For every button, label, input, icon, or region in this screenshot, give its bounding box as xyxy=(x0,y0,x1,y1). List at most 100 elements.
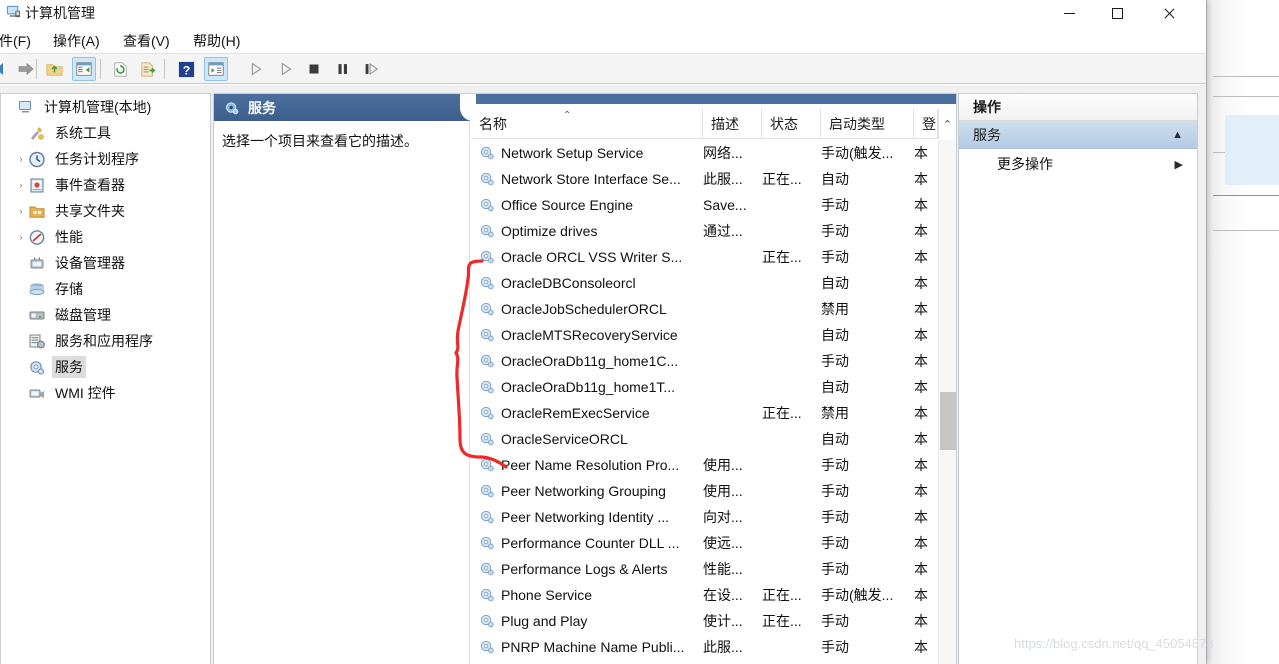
cell-status: 正在... xyxy=(762,249,802,265)
column-header-logon-as[interactable]: 登 xyxy=(914,109,938,139)
table-row[interactable]: Plug and Play 使计... 正在... 手动 本 xyxy=(471,608,938,634)
actions-group-services[interactable]: 服务 ▲ xyxy=(959,121,1197,149)
tree-item-task-scheduler[interactable]: › 任务计划程序 xyxy=(1,146,210,172)
column-header-scroll-cap[interactable]: ⌃ xyxy=(938,109,956,139)
vertical-scrollbar[interactable] xyxy=(938,140,956,664)
services-list: 名称 ⌃ 描述 状态 启动类型 登 ⌃ Network Setup Servic… xyxy=(471,109,956,664)
table-row[interactable]: Peer Networking Grouping 使用... 手动 本 xyxy=(471,478,938,504)
actions-group-label: 服务 xyxy=(973,126,1001,143)
column-header-description[interactable]: 描述 xyxy=(703,109,762,139)
service-name-label: Performance Counter DLL ... xyxy=(501,535,680,551)
start-service-button[interactable] xyxy=(244,57,268,81)
tree-item-event-viewer[interactable]: › 事件查看器 xyxy=(1,172,210,198)
tree-expander[interactable]: › xyxy=(14,180,28,190)
tree-expander[interactable]: › xyxy=(14,232,28,242)
services-apps-icon xyxy=(28,333,47,350)
cell-service-name: OracleMTSRecoveryService xyxy=(479,322,695,348)
menu-item-help[interactable]: 帮助(H) xyxy=(190,31,243,51)
menu-item-view[interactable]: 查看(V) xyxy=(120,31,173,51)
service-name-label: Network Store Interface Se... xyxy=(501,171,681,187)
export-list-button[interactable] xyxy=(136,57,160,81)
tree-item-performance[interactable]: › 性能 xyxy=(1,224,210,250)
table-row[interactable]: OracleOraDb11g_home1C... 手动 本 xyxy=(471,348,938,374)
help-button[interactable]: ? xyxy=(174,57,198,81)
tree-item-computer-management[interactable]: 计算机管理(本地) xyxy=(1,94,210,120)
maximize-button[interactable] xyxy=(1094,0,1140,27)
cell-description: 此服... xyxy=(703,171,743,187)
show-hide-console-tree-button[interactable] xyxy=(72,57,96,81)
cell-description xyxy=(703,296,759,322)
action-more-actions[interactable]: 更多操作 ▶ xyxy=(959,149,1197,179)
back-button[interactable] xyxy=(0,57,12,81)
tree-item-services-and-applications[interactable]: 服务和应用程序 xyxy=(1,328,210,354)
tree-expander[interactable]: › xyxy=(14,206,28,216)
wmi-control-icon xyxy=(28,385,47,402)
service-name-label: OracleOraDb11g_home1C... xyxy=(501,353,679,369)
help-icon: ? xyxy=(178,61,194,77)
table-row[interactable]: PNRP Machine Name Publi... 此服... 手动 本 xyxy=(471,634,938,660)
table-row[interactable]: Office Source Engine Save... 手动 本 xyxy=(471,192,938,218)
cell-logon-as: 本 xyxy=(914,509,928,525)
service-name-label: Office Source Engine xyxy=(501,197,634,213)
service-description-text: 选择一个项目来查看它的描述。 xyxy=(222,133,418,149)
cell-startup-type: 自动 xyxy=(821,327,849,343)
column-header-status[interactable]: 状态 xyxy=(762,109,821,139)
tree-item-shared-folders[interactable]: › 共享文件夹 xyxy=(1,198,210,224)
table-row[interactable]: OracleMTSRecoveryService 自动 本 xyxy=(471,322,938,348)
pause-service-button[interactable] xyxy=(331,57,355,81)
forward-button[interactable] xyxy=(14,57,38,81)
table-row[interactable]: OracleServiceORCL 自动 本 xyxy=(471,426,938,452)
service-gear-icon xyxy=(480,146,494,160)
table-row[interactable]: OracleOraDb11g_home1T... 自动 本 xyxy=(471,374,938,400)
close-icon xyxy=(1163,8,1175,20)
tree-item-device-manager[interactable]: 设备管理器 xyxy=(1,250,210,276)
table-row[interactable]: OracleDBConsoleorcl 自动 本 xyxy=(471,270,938,296)
up-folder-icon xyxy=(46,63,62,76)
start-all-services-button[interactable] xyxy=(274,57,298,81)
refresh-button[interactable] xyxy=(108,57,132,81)
minimize-button[interactable] xyxy=(1046,0,1092,27)
table-row[interactable]: Performance Logs & Alerts 性能... 手动 本 xyxy=(471,556,938,582)
table-row[interactable]: Peer Networking Identity ... 向对... 手动 本 xyxy=(471,504,938,530)
cell-status xyxy=(762,478,818,504)
tree-item-label: 磁盘管理 xyxy=(55,307,111,323)
tree-expander[interactable]: › xyxy=(14,154,28,164)
column-header-name[interactable]: 名称 ⌃ xyxy=(471,109,703,139)
cell-service-name: Peer Networking Identity ... xyxy=(479,504,695,530)
background-line xyxy=(1213,76,1279,77)
table-row[interactable]: Peer Name Resolution Pro... 使用... 手动 本 xyxy=(471,452,938,478)
table-row[interactable]: OracleRemExecService 正在... 禁用 本 xyxy=(471,400,938,426)
table-row[interactable]: Network Store Interface Se... 此服... 正在... 自… xyxy=(471,166,938,192)
table-row[interactable]: Optimize drives 通过... 手动 本 xyxy=(471,218,938,244)
cell-description xyxy=(703,426,759,452)
cell-description: 使用... xyxy=(703,457,743,473)
table-row[interactable]: Network Setup Service 网络... 手动(触发... 本 xyxy=(471,140,938,166)
tree-item-label: WMI 控件 xyxy=(55,385,116,401)
table-row[interactable]: Oracle ORCL VSS Writer S... 正在... 手动 本 xyxy=(471,244,938,270)
service-name-label: Peer Name Resolution Pro... xyxy=(501,457,680,473)
table-row[interactable]: Performance Counter DLL ... 使远... 手动 本 xyxy=(471,530,938,556)
cell-logon-as: 本 xyxy=(914,171,928,187)
tree-item-storage[interactable]: 存储 xyxy=(1,276,210,302)
cell-status: 正在... xyxy=(762,171,802,187)
table-row[interactable]: OracleJobSchedulerORCL 禁用 本 xyxy=(471,296,938,322)
stop-service-button[interactable] xyxy=(302,57,326,81)
up-one-level-button[interactable] xyxy=(42,57,66,81)
service-name-label: Optimize drives xyxy=(501,223,598,239)
menu-item-action[interactable]: 操作(A) xyxy=(50,31,103,51)
properties-button[interactable] xyxy=(204,57,228,81)
tree-item-disk-management[interactable]: 磁盘管理 xyxy=(1,302,210,328)
close-button[interactable] xyxy=(1146,0,1192,27)
menu-item-file[interactable]: 件(F) xyxy=(0,31,34,51)
restart-service-button[interactable] xyxy=(359,57,383,81)
tree-item-wmi-control[interactable]: WMI 控件 xyxy=(1,380,210,406)
cell-service-name: OracleDBConsoleorcl xyxy=(479,270,695,296)
cell-logon-as: 本 xyxy=(914,223,928,239)
tree-item-services[interactable]: 服务 xyxy=(1,354,210,380)
scrollbar-thumb[interactable] xyxy=(940,392,956,450)
column-header-startup-type[interactable]: 启动类型 xyxy=(821,109,914,139)
tree-item-system-tools[interactable]: 系统工具 xyxy=(1,120,210,146)
service-gear-icon xyxy=(480,510,494,524)
chevron-up-icon[interactable]: ▲ xyxy=(1172,129,1183,141)
table-row[interactable]: Phone Service 在设... 正在... 手动(触发... 本 xyxy=(471,582,938,608)
